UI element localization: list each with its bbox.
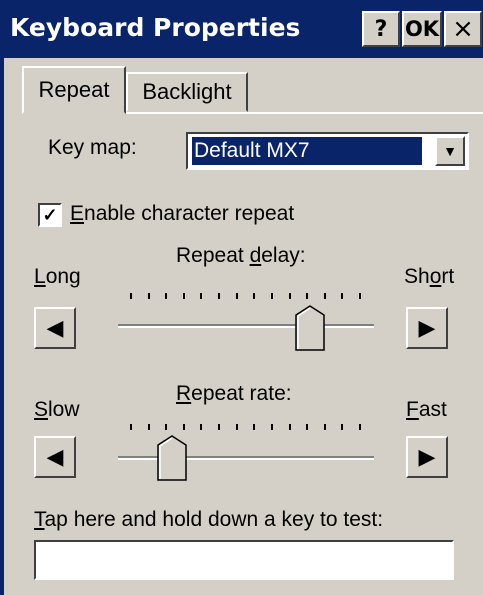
slider-tick [182, 424, 185, 430]
dropdown-button[interactable]: ▼ [435, 136, 465, 166]
repeat-delay-long-label: Long [34, 265, 81, 289]
slider-tick [147, 424, 150, 430]
key-test-input[interactable] [34, 540, 454, 580]
fast-text: ast [418, 398, 447, 421]
slider-tick [359, 293, 361, 299]
repeat-delay-title-pre: Repeat [176, 244, 250, 267]
slider-tick [253, 424, 256, 430]
right-arrow-icon: ▶ [418, 315, 436, 340]
slider-tick [130, 424, 132, 430]
tab-backlight[interactable]: Backlight [126, 72, 248, 112]
tab-repeat[interactable]: Repeat [22, 66, 126, 114]
left-arrow-icon: ◀ [46, 315, 64, 340]
test-label: Tap here and hold down a key to test: [34, 508, 383, 532]
close-button[interactable]: × [444, 11, 482, 47]
rate-increase-button[interactable]: ▶ [406, 436, 448, 478]
slider-tick [182, 293, 185, 299]
rate-decrease-button[interactable]: ◀ [34, 436, 76, 478]
slider-tick [270, 424, 273, 430]
slow-mnemonic: S [34, 398, 49, 421]
enable-repeat-checkbox[interactable]: ✓ [38, 203, 62, 227]
slider-tick [165, 293, 168, 299]
slider-tick [341, 293, 344, 299]
help-button[interactable]: ? [362, 11, 400, 47]
slider-tick [235, 424, 238, 430]
keymap-select[interactable]: Default MX7 ▼ [186, 132, 469, 170]
rate-slider-thumb[interactable] [156, 435, 187, 481]
delay-decrease-button[interactable]: ◀ [34, 307, 76, 349]
slider-tick [165, 424, 168, 430]
repeat-rate-title: Repeat rate: [176, 382, 292, 406]
repeat-delay-title-post: elay: [261, 244, 306, 267]
slider-tick [218, 424, 221, 430]
left-arrow-icon: ◀ [46, 444, 64, 469]
window-border [0, 58, 4, 595]
repeat-delay-short-label: Short [404, 265, 454, 289]
fast-mnemonic: F [406, 398, 419, 421]
ok-button[interactable]: OK [402, 11, 442, 47]
keyboard-properties-dialog: Keyboard Properties ? OK × Repeat Backli… [0, 0, 483, 595]
slider-tick [218, 293, 221, 299]
slider-tick [306, 293, 309, 299]
slow-text: low [48, 398, 80, 421]
repeat-rate-title-rest: epeat rate: [191, 382, 292, 405]
help-icon: ? [374, 16, 388, 42]
test-text: ap here and hold down a key to test: [44, 508, 384, 531]
delay-slider-track[interactable] [118, 324, 374, 328]
slider-tick [130, 293, 132, 299]
repeat-rate-title-mnemonic: R [176, 382, 192, 405]
slider-tick [253, 293, 256, 299]
short-post: rt [441, 265, 455, 288]
slider-tick [200, 293, 203, 299]
long-text: ong [45, 265, 81, 288]
slider-tick [200, 424, 203, 430]
slider-tick [235, 293, 238, 299]
long-mnemonic: L [34, 265, 46, 288]
delay-increase-button[interactable]: ▶ [406, 307, 448, 349]
slider-tick [270, 293, 273, 299]
rate-ticks [130, 424, 361, 430]
slider-tick [341, 424, 344, 430]
delay-ticks [130, 293, 361, 299]
repeat-rate-fast-label: Fast [406, 398, 447, 422]
slider-tick [359, 424, 361, 430]
short-mnemonic: o [429, 265, 442, 288]
enable-repeat-text: nable character repeat [84, 202, 295, 225]
check-icon: ✓ [42, 205, 58, 225]
repeat-delay-title-mnemonic: d [249, 244, 262, 267]
repeat-delay-title: Repeat delay: [176, 244, 306, 268]
keymap-label: Key map: [48, 136, 137, 159]
chevron-down-icon: ▼ [443, 143, 457, 159]
slider-tick [323, 424, 326, 430]
slider-tick [288, 424, 291, 430]
enable-repeat-label: Enable character repeat [70, 202, 294, 226]
repeat-rate-slow-label: Slow [34, 398, 80, 422]
slider-tick [306, 424, 309, 430]
slider-tick [288, 293, 291, 299]
close-icon: × [452, 14, 474, 44]
enable-repeat-mnemonic: E [70, 202, 85, 225]
right-arrow-icon: ▶ [418, 444, 436, 469]
slider-tick [323, 293, 326, 299]
short-pre: Sh [404, 265, 430, 288]
title-bar: Keyboard Properties ? OK × [0, 0, 483, 58]
keymap-selected-value: Default MX7 [191, 136, 423, 166]
window-title: Keyboard Properties [10, 13, 301, 42]
delay-slider-thumb[interactable] [295, 305, 325, 351]
slider-tick [147, 293, 150, 299]
ok-label: OK [404, 17, 440, 41]
test-mnemonic: T [34, 508, 45, 531]
